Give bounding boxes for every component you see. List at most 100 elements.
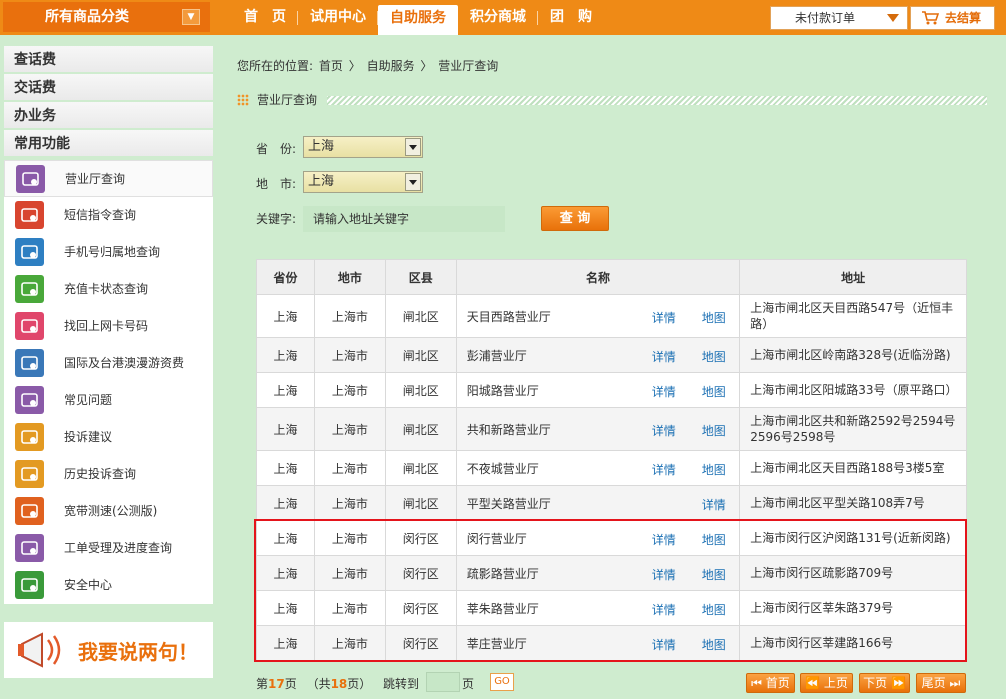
cell-province: 上海: [256, 337, 315, 373]
map-link[interactable]: 地图: [702, 383, 726, 400]
checkout-button[interactable]: 去结算: [910, 6, 995, 30]
sidebar-item[interactable]: 营业厅查询: [4, 160, 213, 197]
cell-name: 平型关路营业厅 详情: [455, 485, 741, 521]
sidebar-item[interactable]: 国际及台港澳漫游资费: [4, 345, 213, 382]
breadcrumb-self-service[interactable]: 自助服务: [367, 59, 415, 73]
map-link[interactable]: 地图: [702, 566, 726, 583]
first-page-label: 首页: [765, 676, 790, 690]
detail-link[interactable]: 详情: [652, 636, 676, 653]
sidebar-head-common-functions[interactable]: 常用功能: [4, 130, 213, 158]
nav-trial-center[interactable]: 试用中心: [298, 0, 378, 35]
table-row: 上海 上海市 闸北区 彭浦营业厅 详情 地图 上海市闸北区岭南路328号(近临汾路): [256, 337, 967, 373]
detail-link[interactable]: 详情: [652, 531, 676, 548]
nav-home[interactable]: 首 页: [232, 0, 298, 35]
sidebar-item[interactable]: 短信指令查询: [4, 197, 213, 234]
map-link[interactable]: 地图: [702, 636, 726, 653]
map-link[interactable]: 地图: [702, 461, 726, 478]
cell-district: 闵行区: [384, 520, 457, 556]
cell-city: 上海市: [313, 337, 386, 373]
sidebar-item-label: 投诉建议: [64, 430, 113, 444]
sidebar-item[interactable]: 工单受理及进度查询: [4, 530, 213, 567]
nav-group-buy[interactable]: 团 购: [538, 0, 604, 35]
cell-province: 上海: [256, 407, 315, 451]
hall-name: 平型关路营业厅: [466, 496, 551, 511]
sidebar-head-services[interactable]: 办业务: [4, 102, 213, 130]
recharge-card-icon: [15, 275, 44, 303]
sidebar-item[interactable]: 宽带测速(公测版): [4, 493, 213, 530]
sidebar-item[interactable]: 充值卡状态查询: [4, 271, 213, 308]
nav-points-mall[interactable]: 积分商城: [458, 0, 538, 35]
hall-name: 彭浦营业厅: [466, 348, 527, 363]
first-page-button[interactable]: ⏮ 首页: [746, 673, 795, 693]
keyword-label: 关键字:: [256, 212, 297, 226]
next-page-button[interactable]: 下页 ⏩: [859, 673, 910, 693]
complaint-icon: [15, 423, 44, 451]
sidebar-item[interactable]: 投诉建议: [4, 419, 213, 456]
sidebar-head-pay-bill[interactable]: 交话费: [4, 74, 213, 102]
cell-name: 共和新路营业厅 详情 地图: [455, 407, 741, 451]
feedback-banner[interactable]: 我要说两句！: [4, 622, 213, 678]
cell-address: 上海市闸北区阳城路33号（原平路口）: [739, 372, 967, 408]
detail-link[interactable]: 详情: [652, 601, 676, 618]
cell-address: 上海市闵行区沪闵路131号(近新闵路): [739, 520, 967, 556]
map-link[interactable]: 地图: [702, 422, 726, 439]
sidebar-item[interactable]: 手机号归属地查询: [4, 234, 213, 271]
cell-city: 上海市: [313, 520, 386, 556]
cell-name: 疏影路营业厅 详情 地图: [455, 555, 741, 591]
cell-name: 莘庄营业厅 详情 地图: [455, 625, 741, 661]
keyword-input[interactable]: 请输入地址关键字: [303, 206, 505, 232]
sidebar-item[interactable]: 历史投诉查询: [4, 456, 213, 493]
nav-self-service[interactable]: 自助服务: [378, 5, 458, 35]
sidebar-item-label: 手机号归属地查询: [64, 245, 161, 259]
sidebar-item[interactable]: 安全中心: [4, 567, 213, 604]
chevron-down-icon[interactable]: ▼: [182, 9, 200, 25]
city-select[interactable]: 上海: [303, 171, 423, 193]
sidebar-item[interactable]: 常见问题: [4, 382, 213, 419]
detail-link[interactable]: 详情: [652, 461, 676, 478]
cell-province: 上海: [256, 450, 315, 486]
jump-page-input[interactable]: [426, 672, 460, 692]
all-categories-menu[interactable]: 所有商品分类 ▼: [3, 2, 210, 32]
jump-suffix: 页: [462, 677, 475, 691]
province-label: 省 份:: [256, 142, 297, 156]
sidebar-item-label: 历史投诉查询: [64, 467, 137, 481]
jump-label: 跳转到: [383, 677, 420, 691]
dots-icon: [237, 94, 249, 106]
map-link[interactable]: 地图: [702, 531, 726, 548]
checkout-label: 去结算: [945, 11, 982, 25]
query-button[interactable]: 查 询: [541, 206, 609, 231]
detail-link[interactable]: 详情: [702, 496, 726, 513]
detail-link[interactable]: 详情: [652, 566, 676, 583]
go-button[interactable]: GO: [490, 673, 514, 691]
table-row: 上海 上海市 闸北区 阳城路营业厅 详情 地图 上海市闸北区阳城路33号（原平路口）: [256, 372, 967, 408]
prev-page-button[interactable]: ⏪ 上页: [800, 673, 853, 693]
detail-link[interactable]: 详情: [652, 309, 676, 326]
table-body: 上海 上海市 闸北区 天目西路营业厅 详情 地图 上海市闸北区天目西路547号（近恒丰路）上…: [256, 294, 967, 661]
unpaid-orders-dropdown[interactable]: 未付款订单: [770, 6, 908, 30]
detail-link[interactable]: 详情: [652, 383, 676, 400]
map-link[interactable]: 地图: [702, 601, 726, 618]
detail-link[interactable]: 详情: [652, 422, 676, 439]
last-page-button[interactable]: 尾页 ⏭: [916, 673, 966, 693]
sidebar-head-check-balance[interactable]: 查话费: [4, 46, 213, 74]
map-link[interactable]: 地图: [702, 348, 726, 365]
table-row: 上海 上海市 闸北区 共和新路营业厅 详情 地图 上海市闸北区共和新路2592号2594号2…: [256, 407, 967, 451]
cell-province: 上海: [256, 294, 315, 338]
cell-city: 上海市: [313, 590, 386, 626]
chevron-down-icon[interactable]: [405, 173, 421, 191]
cell-district: 闸北区: [384, 337, 457, 373]
total-suffix: 页）: [347, 677, 372, 691]
hall-name: 天目西路营业厅: [466, 309, 551, 324]
work-order-icon: [15, 534, 44, 562]
sms-icon: [15, 201, 44, 229]
cell-name: 天目西路营业厅 详情 地图: [455, 294, 741, 338]
detail-link[interactable]: 详情: [652, 348, 676, 365]
city-label: 地 市:: [256, 177, 297, 191]
cell-city: 上海市: [313, 485, 386, 521]
chevron-down-icon[interactable]: [405, 138, 421, 156]
map-link[interactable]: 地图: [702, 309, 726, 326]
cell-district: 闸北区: [384, 485, 457, 521]
sidebar-item[interactable]: 找回上网卡号码: [4, 308, 213, 345]
province-select[interactable]: 上海: [303, 136, 423, 158]
breadcrumb-home[interactable]: 首页: [319, 59, 343, 73]
